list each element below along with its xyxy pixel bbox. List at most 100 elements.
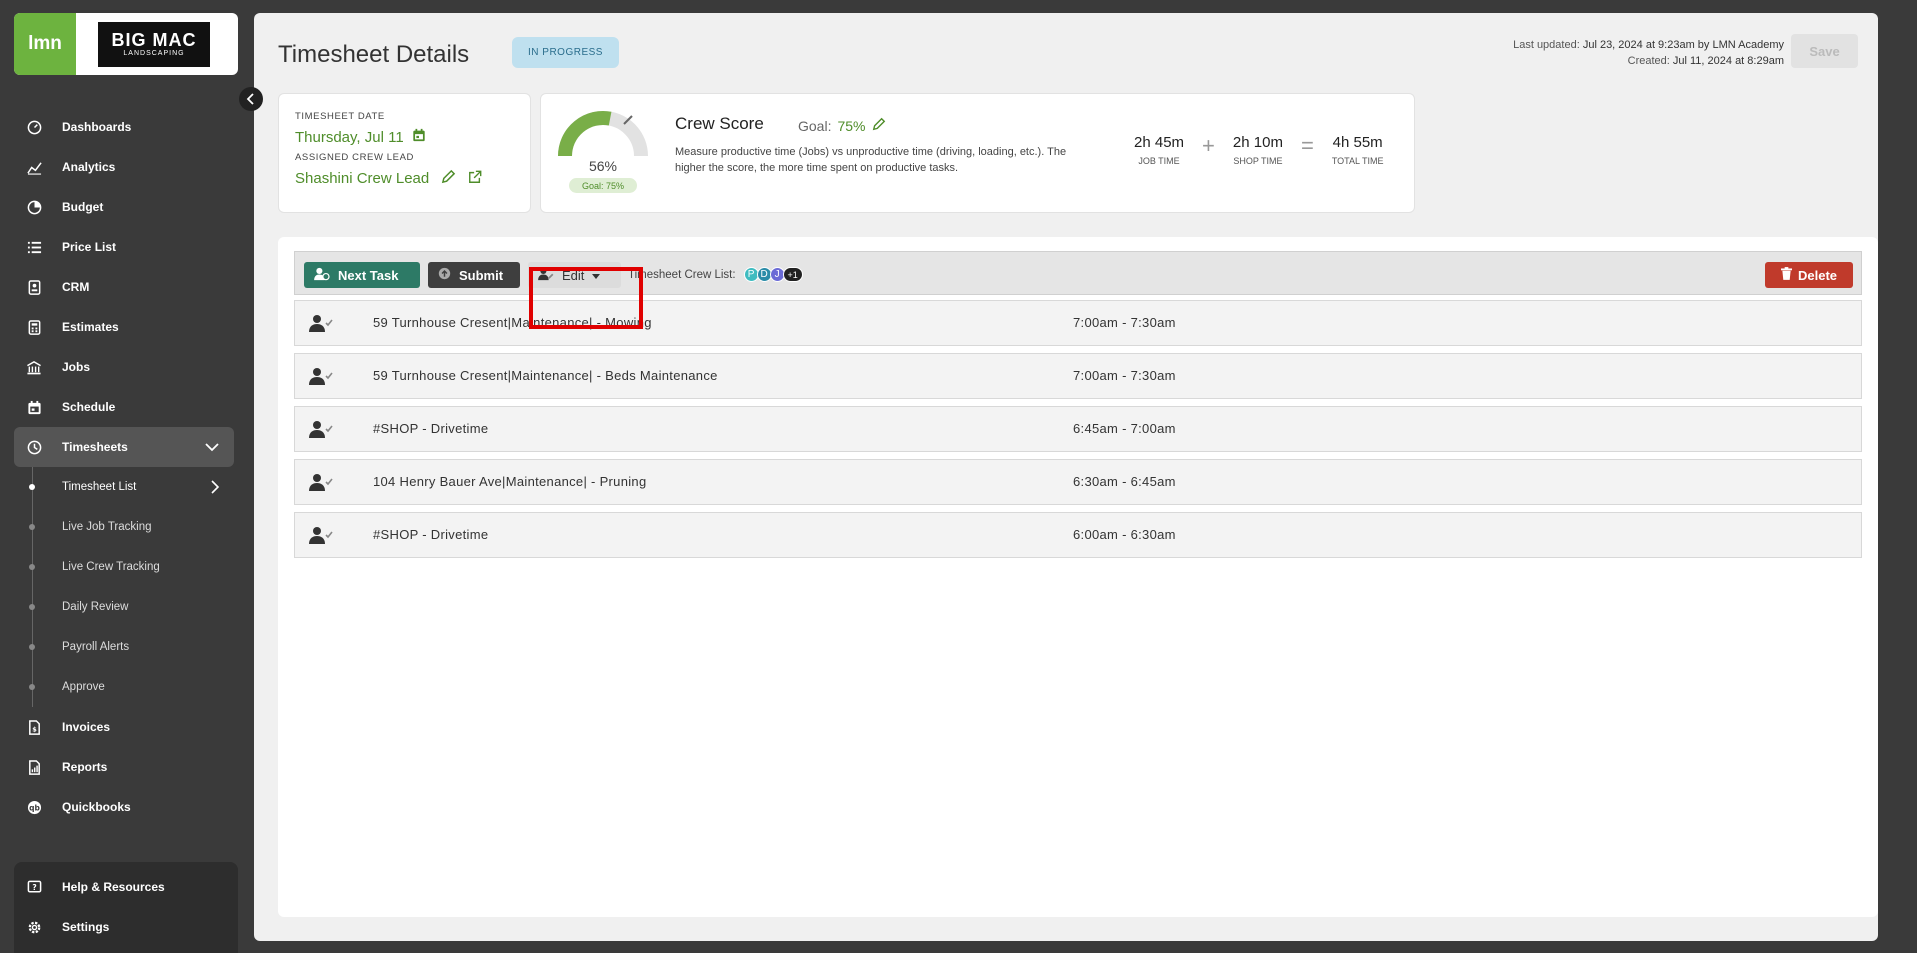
main-content: Timesheet Details IN PROGRESS Last updat… (254, 13, 1878, 941)
plus-sign: + (1202, 133, 1215, 158)
sidebar-subitem-approve[interactable]: Approve (14, 667, 234, 707)
task-row[interactable]: 59 Turnhouse Cresent|Maintenance| - Beds… (294, 353, 1862, 399)
sidebar-subitem-label: Timesheet List (62, 481, 137, 493)
sidebar-item-budget[interactable]: Budget (14, 187, 234, 227)
gauge-fill (558, 111, 612, 157)
sidebar-item-jobs[interactable]: Jobs (14, 347, 234, 387)
crew-avatar[interactable]: +1 (782, 267, 803, 282)
calculator-icon (26, 319, 42, 335)
sidebar-item-label: Timesheets (62, 440, 128, 454)
sidebar-item-invoices[interactable]: $ Invoices (14, 707, 234, 747)
sidebar-item-schedule[interactable]: Schedule (14, 387, 234, 427)
timesheet-date-value[interactable]: Thursday, Jul 11 (295, 128, 514, 146)
total-time-minutes: 55m (1353, 134, 1383, 151)
crew-score-card: 56% Goal: 75% Crew Score Goal: 75% Measu… (540, 93, 1415, 213)
sidebar-bottom: ? Help & Resources Settings (14, 862, 238, 953)
nav-dot (29, 564, 35, 570)
report-icon (26, 759, 42, 775)
last-updated-value: Jul 23, 2024 at 9:23am by LMN Academy (1582, 39, 1784, 51)
sidebar-item-label: Schedule (62, 400, 116, 414)
task-time: 6:00am - 6:30am (1073, 527, 1176, 542)
task-row[interactable]: #SHOP - Drivetime 6:00am - 6:30am (294, 512, 1862, 558)
chevron-down-icon[interactable] (204, 439, 220, 458)
user-check-icon[interactable] (309, 314, 333, 337)
user-check-icon[interactable] (309, 367, 333, 390)
job-time-label: JOB TIME (1138, 156, 1180, 166)
sidebar-item-price-list[interactable]: Price List (14, 227, 234, 267)
edit-button-highlight (529, 267, 643, 329)
shop-time: 2h 10m SHOP TIME (1233, 134, 1283, 166)
user-check-icon[interactable] (309, 420, 333, 443)
sidebar-item-help[interactable]: ? Help & Resources (14, 867, 238, 907)
lmn-logo-text: lmn (28, 33, 62, 54)
crew-score-description: Measure productive time (Jobs) vs unprod… (675, 146, 1067, 174)
task-row[interactable]: 104 Henry Bauer Ave|Maintenance| - Pruni… (294, 459, 1862, 505)
sidebar-item-label: Reports (62, 760, 108, 774)
delete-label: Delete (1797, 267, 1838, 283)
calendar-icon[interactable] (412, 128, 426, 146)
sidebar-item-crm[interactable]: CRM (14, 267, 234, 307)
goal-label: Goal: (798, 117, 832, 134)
sidebar-collapse-button[interactable] (239, 87, 263, 111)
sidebar-subitem-payroll-alerts[interactable]: Payroll Alerts (14, 627, 234, 667)
task-list: 59 Turnhouse Cresent|Maintenance| - Mowi… (294, 300, 1862, 565)
save-button[interactable]: Save (1791, 34, 1858, 68)
sidebar-item-label: Price List (62, 240, 117, 254)
delete-button[interactable]: Delete (1765, 262, 1853, 288)
sidebar-item-timesheets[interactable]: Timesheets (14, 427, 234, 467)
sidebar-item-analytics[interactable]: Analytics (14, 147, 234, 187)
shop-time-hours: 2h (1232, 134, 1250, 151)
sidebar-subitem-timesheet-list[interactable]: Timesheet List (14, 467, 234, 507)
external-link-icon[interactable] (468, 170, 482, 188)
sidebar-item-label: Estimates (62, 320, 119, 334)
user-check-icon[interactable] (309, 473, 333, 496)
timesheet-meta: Last updated: Jul 23, 2024 at 9:23am by … (1513, 37, 1784, 69)
main-nav: Dashboards Analytics Budget Price List C… (14, 107, 234, 827)
next-task-button[interactable]: Next Task (304, 262, 420, 288)
task-time: 7:00am - 7:30am (1073, 368, 1176, 383)
nav-dot (29, 684, 35, 690)
list-icon (26, 239, 42, 255)
company-logo[interactable]: lmn BIG MAC LANDSCAPING (14, 13, 238, 75)
sidebar-item-label: Analytics (62, 160, 116, 174)
timesheet-date-label: TIMESHEET DATE (295, 111, 385, 122)
nav-dot (29, 644, 35, 650)
task-row[interactable]: #SHOP - Drivetime 6:45am - 7:00am (294, 406, 1862, 452)
sidebar-subitem-daily-review[interactable]: Daily Review (14, 587, 234, 627)
sidebar-item-reports[interactable]: Reports (14, 747, 234, 787)
sidebar: lmn BIG MAC LANDSCAPING Dashboards Analy… (0, 0, 248, 953)
pencil-icon[interactable] (441, 169, 456, 188)
crew-lead-value: Shashini Crew Lead (295, 169, 514, 188)
timesheet-date-card: TIMESHEET DATE Thursday, Jul 11 ASSIGNED… (278, 93, 531, 213)
invoice-icon: $ (26, 719, 42, 735)
sidebar-item-dashboards[interactable]: Dashboards (14, 107, 234, 147)
sidebar-subitem-label: Daily Review (62, 601, 129, 613)
job-time-hours: 2h (1134, 134, 1151, 151)
status-badge: IN PROGRESS (512, 37, 619, 68)
submit-label: Submit (459, 267, 504, 283)
task-name: #SHOP - Drivetime (373, 527, 489, 542)
sidebar-item-estimates[interactable]: Estimates (14, 307, 234, 347)
crew-score-title: Crew Score (675, 114, 764, 133)
sidebar-subitem-live-job-tracking[interactable]: Live Job Tracking (14, 507, 234, 547)
total-time: 4h 55m TOTAL TIME (1332, 134, 1384, 166)
crew-lead-name: Shashini Crew Lead (295, 170, 430, 187)
gear-icon (26, 919, 42, 935)
clock-icon (26, 439, 42, 455)
calendar-icon (26, 399, 42, 415)
chevron-right-icon[interactable] (208, 479, 222, 498)
pencil-icon[interactable] (872, 117, 886, 134)
task-name: 104 Henry Bauer Ave|Maintenance| - Pruni… (373, 474, 647, 489)
crew-avatars[interactable]: P D J +1 (743, 267, 803, 282)
total-time-hours: 4h (1332, 134, 1350, 151)
sidebar-item-label: Dashboards (62, 120, 132, 134)
crew-score-gauge: 56% Goal: 75% (555, 108, 651, 198)
sidebar-item-quickbooks[interactable]: qb Quickbooks (14, 787, 234, 827)
user-check-icon[interactable] (309, 526, 333, 549)
logo-small-text: LANDSCAPING (123, 50, 185, 57)
lmn-logo: lmn (14, 13, 76, 75)
sidebar-subitem-live-crew-tracking[interactable]: Live Crew Tracking (14, 547, 234, 587)
submit-button[interactable]: Submit (428, 262, 520, 288)
tasks-panel: Next Task Submit Edit Timesheet Crew Lis… (278, 237, 1878, 917)
sidebar-item-settings[interactable]: Settings (14, 907, 238, 947)
